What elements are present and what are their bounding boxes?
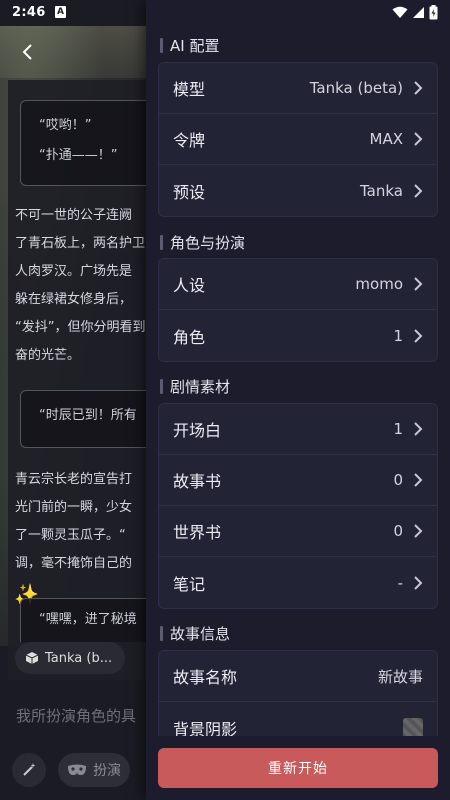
section-title-text: AI 配置 — [170, 36, 220, 55]
narration-line: 人肉罗汉。广场先是 — [15, 264, 133, 279]
ai-config-card: 模型 Tanka (beta) 令牌 MAX 预设 Tanka — [158, 62, 438, 217]
row-value: 新故事 — [377, 667, 423, 686]
drawer-scroll-area[interactable]: AI 配置 模型 Tanka (beta) 令牌 MAX 预设 Tanka 角色… — [146, 26, 450, 736]
background-shadow-toggle[interactable] — [403, 717, 423, 736]
story-info-card: 故事名称 新故事 背景阴影 — [158, 650, 438, 736]
narration-line: 光门前的一瞬，少女 — [15, 500, 133, 515]
magic-wand-button[interactable] — [12, 753, 46, 787]
row-opening[interactable]: 开场白 1 — [159, 404, 437, 455]
chevron-right-icon — [414, 132, 423, 146]
row-value: 1 — [393, 420, 403, 438]
narration-line: 了一颗灵玉瓜子。“ — [15, 528, 126, 543]
model-chip[interactable]: Tanka (b... — [15, 642, 125, 674]
row-value: momo — [355, 275, 403, 293]
chevron-right-icon — [414, 328, 423, 343]
chevron-right-icon — [414, 183, 423, 198]
story-material-card: 开场白 1 故事书 0 世界书 0 笔记 - — [158, 403, 438, 609]
section-title-text: 故事信息 — [170, 624, 231, 643]
quote-line: “扑通——！” — [39, 148, 118, 163]
row-label: 世界书 — [173, 523, 222, 542]
narration-line: 青云宗长老的宣告打 — [15, 472, 133, 487]
row-label: 角色 — [173, 327, 206, 347]
wifi-icon — [392, 6, 408, 18]
row-label: 预设 — [173, 182, 206, 202]
chevron-right-icon — [414, 524, 423, 538]
restart-button[interactable]: 重新开始 — [158, 748, 438, 788]
roleplay-button[interactable]: 扮演 — [58, 753, 130, 787]
back-arrow-icon[interactable] — [18, 42, 38, 62]
row-label: 人设 — [173, 276, 206, 295]
cube-icon — [25, 652, 39, 664]
message-input[interactable]: 我所扮演角色的具 — [16, 705, 136, 726]
mask-icon — [68, 764, 86, 775]
section-title-roleplay: 角色与扮演 — [160, 232, 245, 252]
row-notes[interactable]: 笔记 - — [159, 557, 437, 608]
row-value: 1 — [393, 326, 403, 345]
row-token[interactable]: 令牌 MAX — [159, 114, 437, 165]
row-value: - — [397, 573, 403, 592]
chevron-right-icon — [414, 473, 423, 487]
narration-line: 调，毫不掩饰自己的 — [15, 556, 133, 571]
section-title-story-material: 剧情素材 — [160, 376, 230, 396]
chevron-right-icon — [414, 422, 423, 436]
dialogue-quote: “时辰已到！所有 — [20, 390, 160, 448]
row-value: MAX — [369, 130, 403, 148]
magic-wand-icon — [23, 763, 36, 776]
row-label: 开场白 — [173, 421, 222, 440]
row-model[interactable]: 模型 Tanka (beta) — [159, 63, 437, 114]
row-label: 故事书 — [173, 472, 222, 491]
section-title-text: 角色与扮演 — [170, 233, 246, 252]
narration-line: “发抖”，但你分明看到 — [15, 320, 146, 335]
status-time: 2:46 — [12, 5, 46, 20]
row-persona[interactable]: 人设 momo — [159, 259, 437, 310]
section-accent-bar — [160, 234, 163, 250]
roleplay-card: 人设 momo 角色 1 — [158, 258, 438, 362]
row-story-name[interactable]: 故事名称 新故事 — [159, 651, 437, 702]
section-title-ai-config: AI 配置 — [160, 35, 219, 55]
narration-line: 躲在绿裙女修身后， — [15, 292, 133, 307]
roleplay-label: 扮演 — [93, 763, 121, 779]
narration-line: 了青石板上，两名护卫 — [15, 236, 146, 251]
section-accent-bar — [160, 378, 163, 394]
row-value: Tanka (beta) — [309, 79, 403, 97]
quote-line: “嘿嘿，进了秘境 — [39, 612, 137, 627]
quote-line: “哎哟！” — [39, 118, 92, 133]
quote-line: “时辰已到！所有 — [39, 408, 137, 423]
chevron-right-icon — [414, 575, 423, 590]
row-value: 0 — [393, 522, 403, 540]
row-label: 令牌 — [173, 131, 206, 150]
row-worldbook[interactable]: 世界书 0 — [159, 506, 437, 557]
section-title-story-info: 故事信息 — [160, 623, 230, 643]
row-value: 0 — [393, 471, 403, 489]
notification-icon: A — [55, 6, 66, 18]
battery-icon — [429, 5, 438, 20]
narration-line: 不可一世的公子连阙 — [15, 208, 133, 223]
row-label: 背景阴影 — [173, 719, 238, 737]
signal-icon — [413, 7, 424, 18]
section-title-text: 剧情素材 — [170, 377, 231, 396]
row-preset[interactable]: 预设 Tanka — [159, 165, 437, 216]
row-label: 故事名称 — [173, 668, 238, 687]
chevron-right-icon — [414, 81, 423, 95]
dialogue-quote: “哎哟！” “扑通——！” — [20, 100, 160, 186]
row-value: Tanka — [360, 181, 403, 200]
row-storybook[interactable]: 故事书 0 — [159, 455, 437, 506]
section-accent-bar — [160, 625, 163, 641]
settings-drawer: AI 配置 模型 Tanka (beta) 令牌 MAX 预设 Tanka 角色… — [146, 0, 450, 800]
chevron-right-icon — [414, 277, 423, 291]
row-background-shadow[interactable]: 背景阴影 — [159, 702, 437, 736]
status-bar: 2:46 A — [0, 0, 450, 26]
dialogue-quote: “嘿嘿，进了秘境 — [20, 598, 160, 642]
row-label: 笔记 — [173, 574, 206, 594]
model-chip-label: Tanka (b... — [45, 650, 113, 666]
section-accent-bar — [160, 37, 163, 53]
narration-line: 奋的光芒。 — [15, 348, 81, 363]
row-label: 模型 — [173, 80, 206, 99]
row-character[interactable]: 角色 1 — [159, 310, 437, 361]
